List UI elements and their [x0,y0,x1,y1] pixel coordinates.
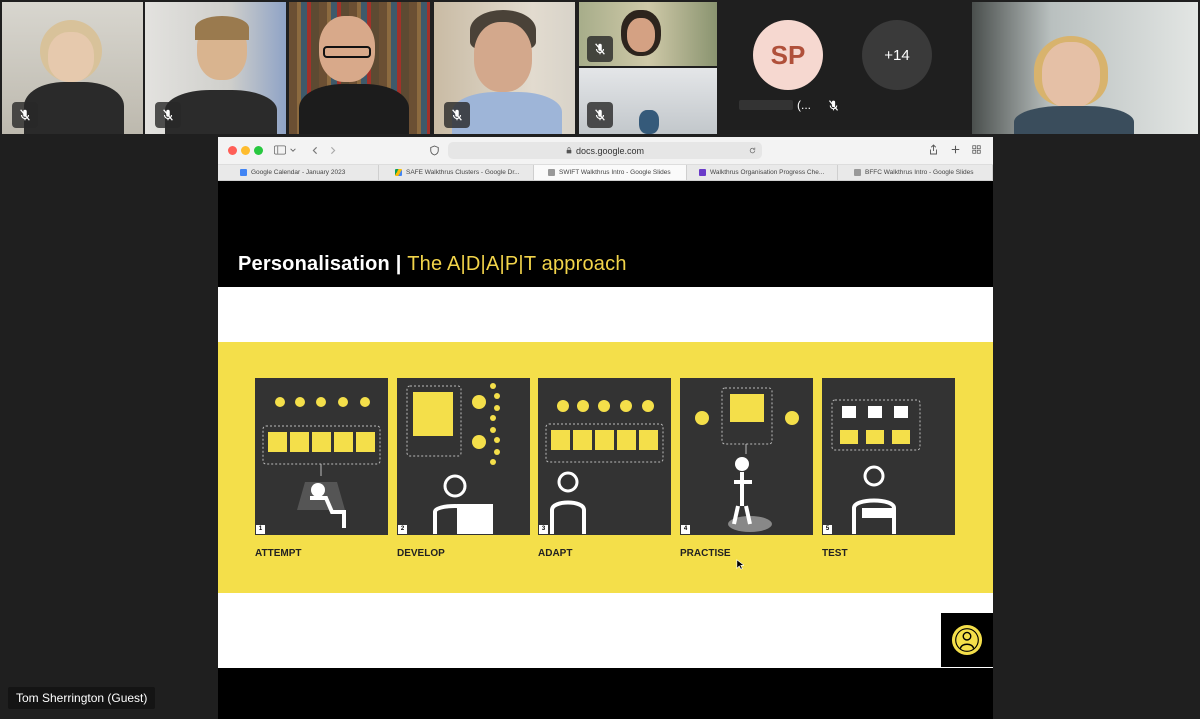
privacy-shield-icon[interactable] [430,145,439,156]
adapt-illustration [545,400,664,534]
step-label-practise: PRACTISE [680,548,731,559]
more-participants-tile[interactable]: +14 [858,2,970,134]
more-participants-button[interactable]: +14 [862,20,932,90]
develop-illustration [406,383,500,534]
walkthrus-logo-icon [951,624,983,656]
address-bar-url: docs.google.com [575,145,645,156]
step-card-practise: 4 [680,378,813,535]
browser-toolbar: docs.google.com [218,137,993,165]
practise-illustration [695,387,799,532]
slides-icon [854,169,861,176]
muted-mic-icon [155,102,181,128]
adapt-steps-band: 1 2 3 4 5 ATTEMPT DEVELOP ADAPT PRACTISE… [218,342,993,593]
attempt-illustration [262,397,381,528]
participant-gallery: SP (... +14 [0,0,1200,134]
forward-icon[interactable] [329,146,337,155]
slide-title: Personalisation | The A|D|A|P|T approach [238,253,627,276]
participant-tile-6[interactable] [579,68,717,134]
tab-label: SWIFT Walkthrus Intro - Google Slides [559,169,671,176]
muted-mic-icon [12,102,38,128]
tab-walkthrus-organisation-progress[interactable]: Walkthrus Organisation Progress Che... [687,165,838,180]
participant-avatar: SP [753,20,823,90]
participant-video [1042,42,1100,108]
chevron-down-icon[interactable] [290,147,296,153]
muted-mic-icon [587,36,613,62]
participant-name-suffix: (... [797,98,811,112]
step-card-test: 5 [822,378,955,535]
walkthrus-logo [941,613,993,667]
tab-swift-walkthrus-intro[interactable]: SWIFT Walkthrus Intro - Google Slides [534,165,687,180]
slide-title-sub: The A|D|A|P|T approach [407,253,627,275]
participant-tile-4[interactable] [434,2,575,134]
lock-icon [566,147,572,154]
step-label-develop: DEVELOP [397,548,445,559]
calendar-icon [240,169,247,176]
maximize-window-button[interactable] [254,146,263,155]
participant-video [474,22,532,92]
slide-title-main: Personalisation | [238,253,402,275]
step-card-attempt: 1 [255,378,388,535]
step-label-attempt: ATTEMPT [255,548,302,559]
share-icon[interactable] [929,144,938,155]
step-number: 4 [681,525,690,534]
minimize-window-button[interactable] [241,146,250,155]
address-bar[interactable]: docs.google.com [448,142,762,159]
participant-tile-7[interactable] [972,2,1198,134]
step-number: 3 [539,525,548,534]
tab-label: Google Calendar - January 2023 [251,169,346,176]
step-number: 1 [256,525,265,534]
google-drive-icon [395,169,402,176]
step-number: 2 [398,525,407,534]
speaker-name-label: Tom Sherrington (Guest) [16,691,148,705]
tab-label: Walkthrus Organisation Progress Che... [710,169,825,176]
participant-tile-1[interactable] [2,2,143,134]
muted-mic-icon [444,102,470,128]
tab-safe-walkthrus-clusters[interactable]: SAFE Walkthrus Clusters - Google Dr... [379,165,534,180]
muted-mic-icon [828,99,839,111]
forms-icon [699,169,706,176]
avatar-initials: SP [770,39,806,70]
back-icon[interactable] [311,146,319,155]
tab-bffc-walkthrus-intro[interactable]: BFFC Walkthrus Intro - Google Slides [838,165,993,180]
reload-icon[interactable] [749,147,756,154]
participant-tile-5[interactable] [579,2,717,66]
active-speaker-name: Tom Sherrington (Guest) [8,687,156,709]
tab-label: SAFE Walkthrus Clusters - Google Dr... [406,169,520,176]
slides-icon [548,169,555,176]
mouse-cursor-icon [736,557,745,575]
participant-name: (... [739,98,840,112]
test-illustration [831,399,921,534]
sidebar-icon[interactable] [274,145,286,155]
step-label-adapt: ADAPT [538,548,573,559]
muted-mic-icon [587,102,613,128]
step-card-develop: 2 [397,378,530,535]
new-tab-icon[interactable] [951,145,960,154]
participant-tile-2[interactable] [145,2,286,134]
participant-tile-active-speaker[interactable] [289,2,430,134]
step-card-adapt: 3 [538,378,671,535]
close-window-button[interactable] [228,146,237,155]
participant-tile-avatar[interactable]: SP (... [721,2,854,134]
tab-overview-icon[interactable] [972,145,981,154]
step-number: 5 [823,525,832,534]
more-participants-count: +14 [884,46,910,64]
tab-label: BFFC Walkthrus Intro - Google Slides [865,169,974,176]
tab-google-calendar[interactable]: Google Calendar - January 2023 [218,165,379,180]
shared-screen: docs.google.com Google Calendar - Januar… [218,137,993,719]
step-label-test: TEST [822,548,848,559]
browser-tab-bar: Google Calendar - January 2023 SAFE Walk… [218,165,993,181]
